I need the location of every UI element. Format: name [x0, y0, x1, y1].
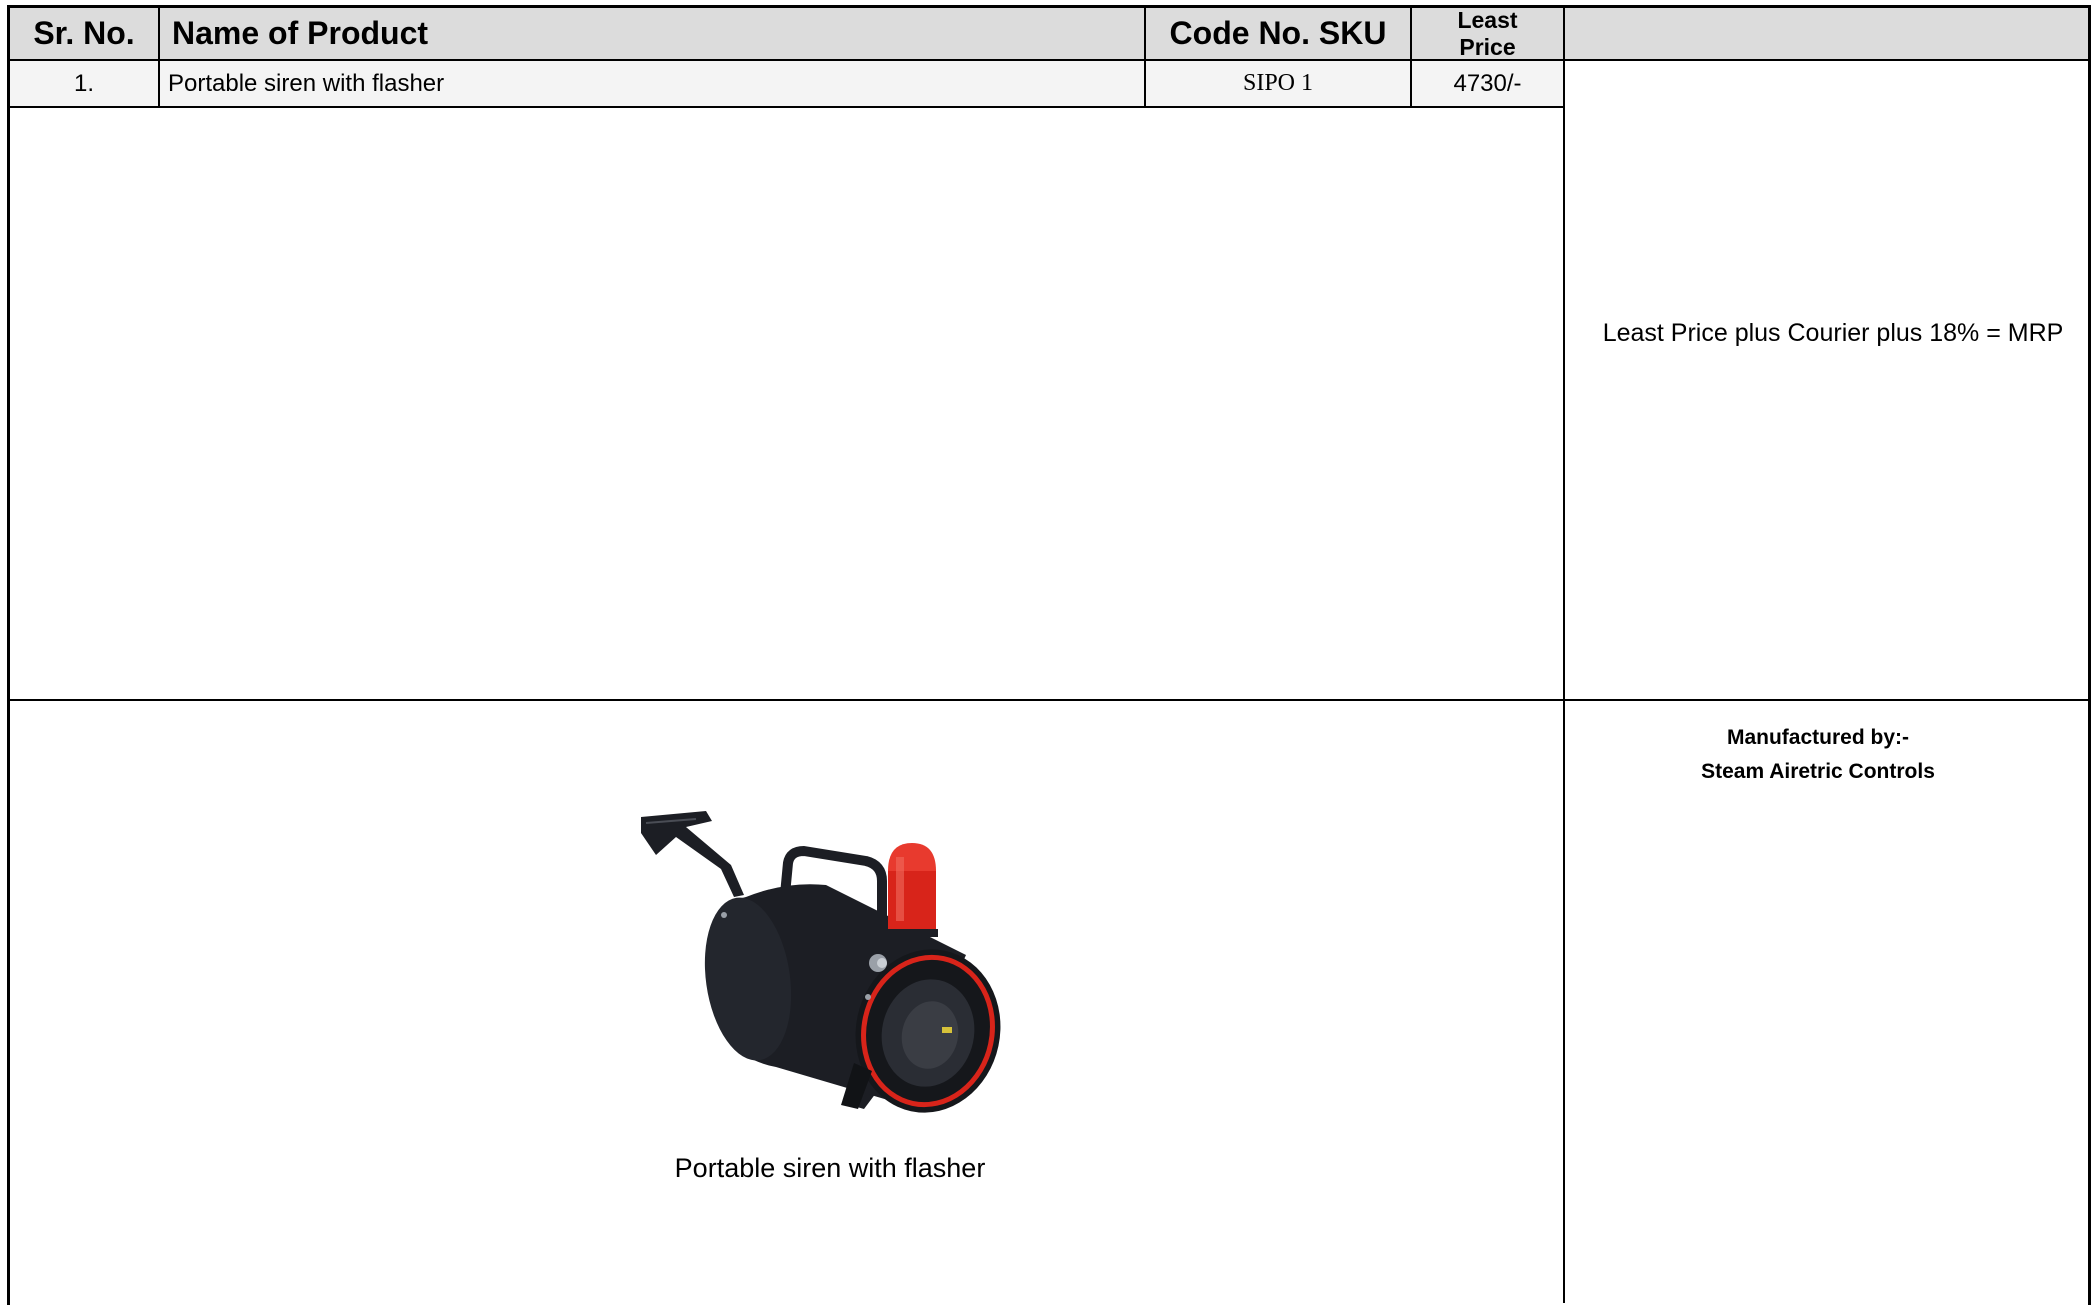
- siren-image: [641, 811, 1001, 1113]
- row-sr-no: 1.: [7, 61, 160, 108]
- row-product-name-value: Portable siren with flasher: [168, 69, 445, 97]
- manufacturer-name: Steam Airetric Controls: [1701, 760, 1935, 783]
- header-least-price-line2: Price: [1459, 33, 1516, 60]
- header-code-sku: Code No. SKU: [1146, 8, 1412, 61]
- row-least-price: 4730/-: [1412, 61, 1565, 108]
- header-product-name-label: Name of Product: [172, 15, 429, 51]
- manufacturer-label: Manufactured by:-: [1726, 726, 1909, 749]
- row-code-sku: SIPO 1: [1146, 61, 1412, 108]
- header-sr-no: Sr. No.: [7, 8, 160, 61]
- header-product-name: Name of Product: [160, 8, 1146, 61]
- section-divider: [7, 699, 2091, 701]
- product-caption-text: Portable siren with flasher: [674, 1153, 986, 1183]
- pricing-note: Least Price plus Courier plus 18% = MRP: [1565, 319, 2099, 348]
- right-column-divider: [1563, 61, 1565, 1303]
- header-sr-no-label: Sr. No.: [33, 15, 135, 51]
- header-least-price-line1: Least: [1457, 6, 1518, 33]
- product-image: [636, 805, 1026, 1117]
- page-frame: [7, 5, 2091, 1305]
- row-code-sku-value: SIPO 1: [1242, 70, 1314, 96]
- row-product-name: Portable siren with flasher: [160, 61, 1146, 108]
- product-caption: Portable siren with flasher: [520, 1153, 1140, 1184]
- header-blank: [1565, 8, 2091, 61]
- row-sr-no-value: 1.: [73, 69, 94, 97]
- header-code-sku-label: Code No. SKU: [1169, 15, 1387, 51]
- header-least-price: Least Price: [1412, 6, 1565, 61]
- pricing-note-text: Least Price plus Courier plus 18% = MRP: [1602, 319, 2064, 347]
- row-least-price-value: 4730/-: [1453, 69, 1522, 97]
- manufacturer-block: Manufactured by:- Steam Airetric Control…: [1565, 721, 2071, 789]
